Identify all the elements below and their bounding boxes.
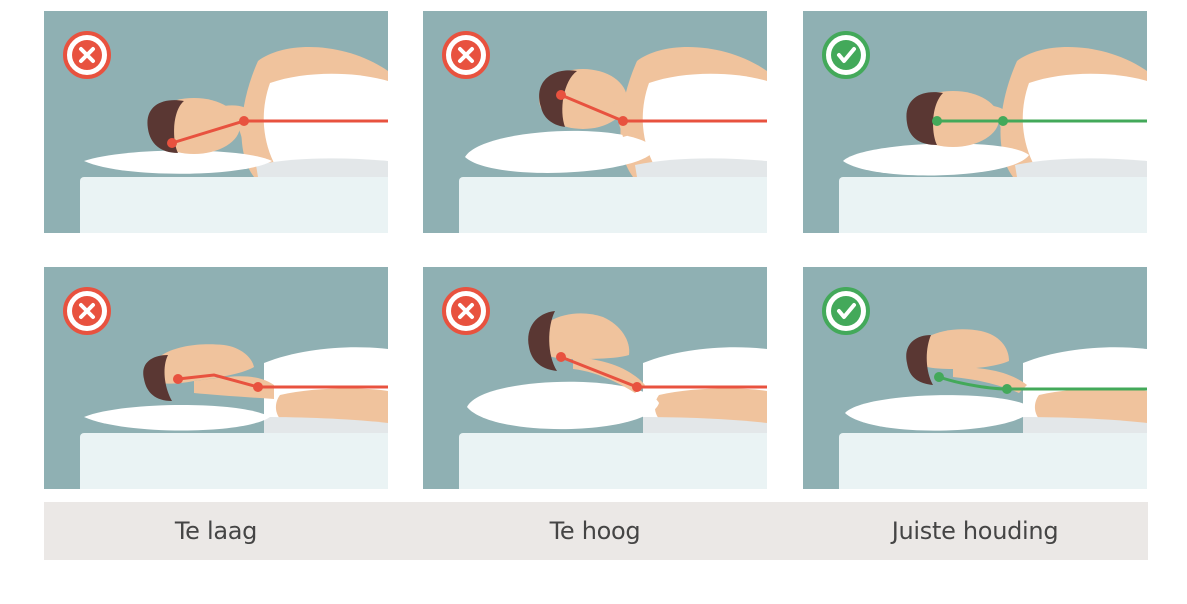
back-correct-illustration	[803, 267, 1147, 489]
panel-side-too-low	[44, 11, 388, 233]
side-too-high-illustration	[423, 11, 767, 233]
side-correct-illustration	[803, 11, 1147, 233]
cross-icon	[442, 287, 490, 335]
check-icon	[822, 31, 870, 79]
caption-too-high: Te hoog	[549, 517, 641, 545]
back-too-high-illustration	[423, 267, 767, 489]
caption-too-low: Te laag	[174, 517, 258, 545]
check-icon	[822, 287, 870, 335]
caption-bar: Te laag Te hoog Juiste houding	[44, 502, 1148, 560]
cross-icon	[63, 31, 111, 79]
back-too-low-illustration	[44, 267, 388, 489]
panel-back-too-low	[44, 267, 388, 489]
caption-correct: Juiste houding	[891, 517, 1059, 545]
panel-back-too-high	[423, 267, 767, 489]
cross-icon	[63, 287, 111, 335]
panel-side-correct	[803, 11, 1147, 233]
panel-back-correct	[803, 267, 1147, 489]
cross-icon	[442, 31, 490, 79]
side-too-low-illustration	[44, 11, 388, 233]
panel-side-too-high	[423, 11, 767, 233]
